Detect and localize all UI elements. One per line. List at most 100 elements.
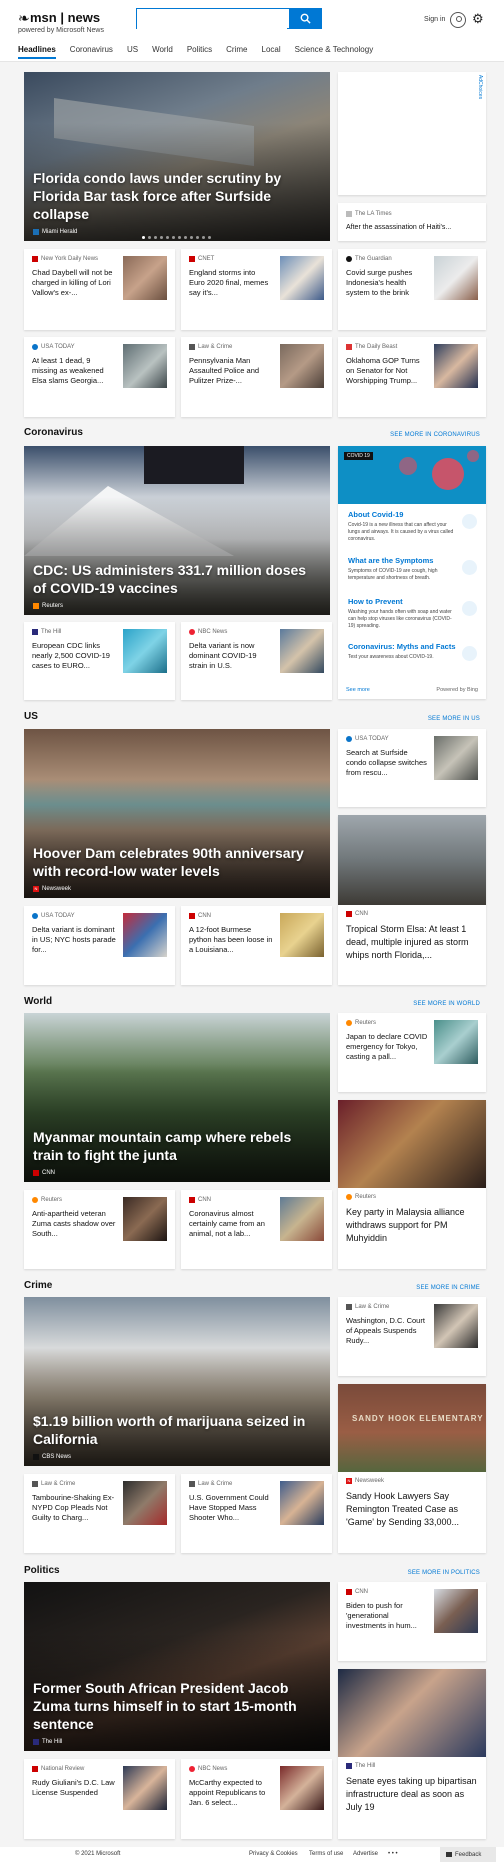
card-title[interactable]: After the assassination of Haiti's... (346, 224, 478, 231)
card-title[interactable]: Rudy Giuliani's D.C. Law License Suspend… (32, 1778, 116, 1798)
msn-logo[interactable]: ❧ msn | news powered by Microsoft News (18, 8, 128, 38)
news-card[interactable]: National Review Rudy Giuliani's D.C. Law… (24, 1759, 175, 1839)
news-card[interactable]: The Daily Beast Oklahoma GOP Turns on Se… (338, 337, 486, 417)
card-title[interactable]: A 12-foot Burmese python has been loose … (189, 925, 273, 955)
ad-choices-label[interactable]: AdChoices (477, 75, 483, 99)
news-card[interactable]: CNN Biden to push for 'generational inve… (338, 1582, 486, 1661)
see-more-world[interactable]: SEE MORE IN WORLD (413, 1001, 480, 1007)
card-title[interactable]: England storms into Euro 2020 final, mem… (189, 268, 273, 298)
covid-see-more[interactable]: See more (346, 687, 370, 693)
more-menu-icon[interactable]: • • • (388, 1851, 398, 1857)
search-button[interactable] (289, 8, 322, 29)
sign-in-link[interactable]: Sign in (424, 16, 445, 23)
nav-world[interactable]: World (152, 45, 173, 54)
news-card[interactable]: Law & Crime Tambourine-Shaking Ex-NYPD C… (24, 1474, 175, 1553)
covid-item[interactable]: Coronavirus: Myths and Facts Test your a… (344, 636, 480, 672)
card-title[interactable]: Washington, D.C. Court of Appeals Suspen… (346, 1316, 430, 1346)
news-card[interactable]: USA TODAY At least 1 dead, 9 missing as … (24, 337, 175, 417)
hero-title[interactable]: Myanmar mountain camp where rebels train… (33, 1128, 321, 1164)
advertise-link[interactable]: Advertise (353, 1851, 378, 1857)
nav-science-technology[interactable]: Science & Technology (295, 45, 374, 54)
news-card[interactable]: USA TODAY Search at Surfside condo colla… (338, 729, 486, 807)
card-title[interactable]: Coronavirus almost certainly came from a… (189, 1209, 273, 1239)
settings-gear-icon[interactable]: ⚙ (472, 11, 484, 27)
nav-crime[interactable]: Crime (226, 45, 247, 54)
user-avatar-icon[interactable] (450, 12, 466, 28)
carousel-dots[interactable] (142, 236, 211, 239)
card-title[interactable]: Key party in Malaysia alliance withdraws… (346, 1206, 478, 1245)
hero-title[interactable]: CDC: US administers 331.7 million doses … (33, 561, 321, 597)
card-title[interactable]: Pennsylvania Man Assaulted Police and Pu… (189, 356, 273, 386)
headline-right-small[interactable]: The LA Times After the assassination of … (338, 203, 486, 241)
card-title[interactable]: U.S. Government Could Have Stopped Mass … (189, 1493, 273, 1523)
coronavirus-hero[interactable]: CDC: US administers 331.7 million doses … (24, 446, 330, 615)
news-card[interactable]: Reuters Anti-apartheid veteran Zuma cast… (24, 1190, 175, 1269)
ad-slot[interactable]: AdChoices (338, 72, 486, 195)
news-card[interactable]: The Hill European CDC links nearly 2,500… (24, 622, 175, 700)
news-card[interactable]: Law & Crime Washington, D.C. Court of Ap… (338, 1297, 486, 1376)
see-more-us[interactable]: SEE MORE IN US (428, 716, 480, 722)
card-title[interactable]: McCarthy expected to appoint Republicans… (189, 1778, 273, 1808)
news-card[interactable]: New York Daily News Chad Daybell will no… (24, 249, 175, 330)
card-title[interactable]: Sandy Hook Lawyers Say Remington Treated… (346, 1490, 478, 1529)
news-card[interactable]: CNN A 12-foot Burmese python has been lo… (181, 906, 332, 985)
covid-item-heading[interactable]: Coronavirus: Myths and Facts (348, 642, 476, 651)
see-more-politics[interactable]: SEE MORE IN POLITICS (408, 1570, 480, 1576)
news-card-large[interactable]: CNN Tropical Storm Elsa: At least 1 dead… (338, 815, 486, 985)
hero-title[interactable]: Hoover Dam celebrates 90th anniversary w… (33, 844, 321, 880)
crime-hero[interactable]: $1.19 billion worth of marijuana seized … (24, 1297, 330, 1466)
nav-coronavirus[interactable]: Coronavirus (70, 45, 113, 54)
card-title[interactable]: Biden to push for 'generational investme… (346, 1601, 430, 1631)
card-title[interactable]: Tropical Storm Elsa: At least 1 dead, mu… (346, 923, 478, 962)
news-card[interactable]: CNN Coronavirus almost certainly came fr… (181, 1190, 332, 1269)
card-title[interactable]: European CDC links nearly 2,500 COVID-19… (32, 641, 116, 671)
card-title[interactable]: Anti-apartheid veteran Zuma casts shadow… (32, 1209, 116, 1239)
news-card[interactable]: The Guardian Covid surge pushes Indonesi… (338, 249, 486, 330)
nav-local[interactable]: Local (262, 45, 281, 54)
card-title[interactable]: Senate eyes taking up bipartisan infrast… (346, 1775, 478, 1814)
see-more-coronavirus[interactable]: SEE MORE IN CORONAVIRUS (390, 432, 480, 438)
news-card[interactable]: Law & Crime Pennsylvania Man Assaulted P… (181, 337, 332, 417)
card-title[interactable]: Chad Daybell will not be charged in kill… (32, 268, 116, 298)
covid-item[interactable]: What are the Symptoms Symptoms of COVID-… (344, 550, 480, 590)
card-thumbnail (434, 1589, 478, 1633)
see-more-crime[interactable]: SEE MORE IN CRIME (416, 1285, 480, 1291)
nav-us[interactable]: US (127, 45, 138, 54)
search-input[interactable] (137, 9, 287, 29)
feedback-button[interactable]: Feedback (440, 1847, 496, 1862)
hero-title[interactable]: $1.19 billion worth of marijuana seized … (33, 1412, 321, 1448)
news-card[interactable]: Law & Crime U.S. Government Could Have S… (181, 1474, 332, 1553)
news-card[interactable]: NBC News Delta variant is now dominant C… (181, 622, 332, 700)
headline-hero[interactable]: Florida condo laws under scrutiny by Flo… (24, 72, 330, 241)
hero-title[interactable]: Former South African President Jacob Zum… (33, 1679, 321, 1733)
news-card[interactable]: USA TODAY Delta variant is dominant in U… (24, 906, 175, 985)
card-title[interactable]: Japan to declare COVID emergency for Tok… (346, 1032, 430, 1062)
hero-title[interactable]: Florida condo laws under scrutiny by Flo… (33, 169, 321, 223)
news-card[interactable]: CNET England storms into Euro 2020 final… (181, 249, 332, 330)
news-card-large[interactable]: Reuters Key party in Malaysia alliance w… (338, 1100, 486, 1269)
covid-item[interactable]: How to Prevent Washing your hands often … (344, 591, 480, 635)
covid-item[interactable]: About Covid-19 Covid-19 is a new illness… (344, 504, 480, 549)
card-title[interactable]: Oklahoma GOP Turns on Senator for Not Wo… (346, 356, 430, 386)
us-hero[interactable]: Hoover Dam celebrates 90th anniversary w… (24, 729, 330, 898)
card-title[interactable]: At least 1 dead, 9 missing as weakened E… (32, 356, 116, 386)
news-card-large[interactable]: The Hill Senate eyes taking up bipartisa… (338, 1669, 486, 1839)
card-title[interactable]: Delta variant is now dominant COVID-19 s… (189, 641, 273, 671)
covid-item-heading[interactable]: How to Prevent (348, 597, 476, 606)
nav-headlines[interactable]: Headlines (18, 45, 56, 59)
privacy-link[interactable]: Privacy & Cookies (249, 1851, 298, 1857)
card-title[interactable]: Tambourine-Shaking Ex-NYPD Cop Pleads No… (32, 1493, 116, 1523)
covid-item-heading[interactable]: What are the Symptoms (348, 556, 476, 565)
card-title[interactable]: Search at Surfside condo collapse switch… (346, 748, 430, 778)
nav-politics[interactable]: Politics (187, 45, 212, 54)
terms-link[interactable]: Terms of use (309, 1851, 343, 1857)
news-card[interactable]: NBC News McCarthy expected to appoint Re… (181, 1759, 332, 1839)
world-hero[interactable]: Myanmar mountain camp where rebels train… (24, 1013, 330, 1182)
card-title[interactable]: Delta variant is dominant in US; NYC hos… (32, 925, 116, 955)
news-card-large[interactable]: SANDY HOOK ELEMENTARY N Newsweek Sandy Ho… (338, 1384, 486, 1553)
politics-hero[interactable]: Former South African President Jacob Zum… (24, 1582, 330, 1751)
covid-item-heading[interactable]: About Covid-19 (348, 510, 476, 519)
news-card[interactable]: Reuters Japan to declare COVID emergency… (338, 1013, 486, 1092)
card-source: USA TODAY (32, 913, 75, 919)
card-title[interactable]: Covid surge pushes Indonesia's health sy… (346, 268, 430, 298)
